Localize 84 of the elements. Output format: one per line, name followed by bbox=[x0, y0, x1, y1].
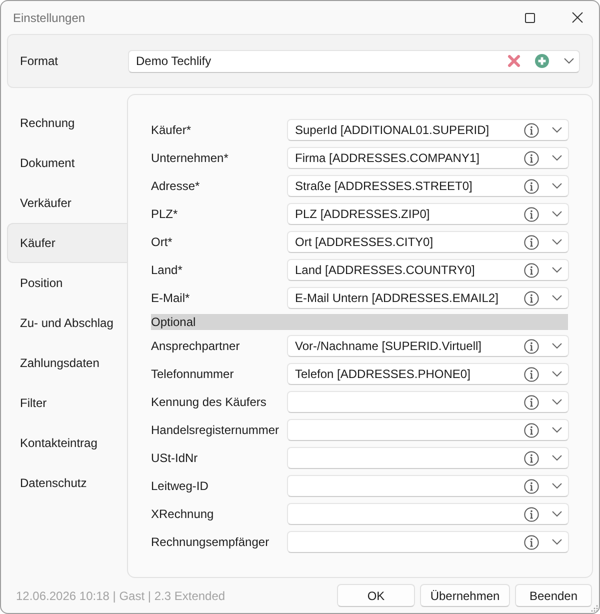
dropdown-field[interactable]: Vor-/Nachname [SUPERID.Virtuell] bbox=[287, 335, 569, 357]
info-icon[interactable] bbox=[524, 178, 539, 194]
status-text: 12.06.2026 10:18 | Gast | 2.3 Extended bbox=[16, 588, 226, 602]
field-label: Land* bbox=[151, 263, 184, 277]
nav-item[interactable]: Rechnung bbox=[7, 103, 127, 143]
nav-item[interactable]: Datenschutz bbox=[7, 463, 127, 503]
info-icon[interactable] bbox=[524, 506, 539, 522]
info-icon[interactable] bbox=[524, 262, 539, 278]
info-icon[interactable] bbox=[524, 338, 539, 354]
info-icon[interactable] bbox=[524, 122, 539, 138]
nav-item[interactable]: Position bbox=[7, 263, 127, 303]
chevron-down-icon bbox=[552, 427, 562, 433]
field-label: Adresse* bbox=[151, 179, 201, 193]
chevron-down-icon bbox=[552, 343, 562, 349]
dropdown-field[interactable]: PLZ [ADDRESSES.ZIP0] bbox=[287, 203, 569, 225]
dropdown-field[interactable] bbox=[287, 531, 569, 553]
chevron-down-icon bbox=[552, 539, 562, 545]
dropdown-field[interactable]: Ort [ADDRESSES.CITY0] bbox=[287, 231, 569, 253]
chevron-down-icon bbox=[552, 483, 562, 489]
info-icon[interactable] bbox=[524, 150, 539, 166]
close-icon bbox=[572, 12, 582, 23]
info-icon[interactable] bbox=[524, 534, 539, 550]
nav-item[interactable]: Zahlungsdaten bbox=[7, 343, 127, 383]
dropdown-field[interactable]: SuperId [ADDITIONAL01.SUPERID] bbox=[287, 119, 569, 141]
dropdown-field[interactable] bbox=[287, 475, 569, 497]
apply-button[interactable]: Übernehmen bbox=[420, 584, 510, 607]
info-icon[interactable] bbox=[524, 206, 539, 222]
dropdown-field[interactable]: Land [ADDRESSES.COUNTRY0] bbox=[287, 259, 569, 281]
chevron-down-icon bbox=[552, 295, 562, 301]
chevron-down-icon bbox=[552, 211, 562, 217]
nav-item[interactable]: Verkäufer bbox=[7, 183, 127, 223]
field-label: Telefonnummer bbox=[151, 367, 235, 381]
field-label: PLZ* bbox=[151, 207, 179, 221]
field-label: Handelsregisternummer bbox=[151, 423, 280, 437]
chevron-down-icon bbox=[552, 127, 562, 133]
info-icon[interactable] bbox=[524, 394, 539, 410]
chevron-down-icon bbox=[552, 239, 562, 245]
chevron-down-icon bbox=[552, 455, 562, 461]
resize-grip-icon[interactable] bbox=[591, 605, 598, 612]
info-icon[interactable] bbox=[524, 234, 539, 250]
dropdown-field[interactable] bbox=[287, 503, 569, 525]
field-label: Unternehmen* bbox=[151, 151, 230, 165]
ok-button[interactable]: OK bbox=[337, 584, 415, 607]
nav-item[interactable]: Zu- und Abschlag bbox=[7, 303, 127, 343]
format-label: Format bbox=[20, 54, 60, 68]
chevron-down-icon bbox=[552, 155, 562, 161]
dropdown-field[interactable]: E-Mail Untern [ADDRESSES.EMAIL2] bbox=[287, 287, 569, 309]
field-label: Ort* bbox=[151, 235, 174, 249]
field-label: USt-IdNr bbox=[151, 451, 199, 465]
chevron-down-icon bbox=[552, 511, 562, 517]
info-icon[interactable] bbox=[524, 478, 539, 494]
nav-item[interactable]: Dokument bbox=[7, 143, 127, 183]
nav-item[interactable]: Filter bbox=[7, 383, 127, 423]
field-label: Ansprechpartner bbox=[151, 339, 241, 353]
dropdown-field[interactable] bbox=[287, 419, 569, 441]
cross-icon[interactable] bbox=[508, 55, 520, 67]
chevron-down-icon bbox=[564, 58, 574, 64]
info-icon[interactable] bbox=[524, 290, 539, 306]
info-icon[interactable] bbox=[524, 422, 539, 438]
dropdown-field[interactable] bbox=[287, 391, 569, 413]
field-label: Kennung des Käufers bbox=[151, 395, 268, 409]
field-label: Leitweg-ID bbox=[151, 479, 210, 493]
chevron-down-icon bbox=[552, 183, 562, 189]
info-icon[interactable] bbox=[524, 450, 539, 466]
plus-circle-icon[interactable] bbox=[535, 54, 549, 68]
format-dropdown[interactable]: Demo Techlify bbox=[128, 50, 580, 72]
chevron-down-icon bbox=[552, 399, 562, 405]
field-label: E-Mail* bbox=[151, 291, 191, 305]
field-label: Rechnungsempfänger bbox=[151, 535, 270, 549]
dropdown-field[interactable] bbox=[287, 447, 569, 469]
field-label: Käufer* bbox=[151, 123, 192, 137]
nav-item[interactable]: Käufer bbox=[7, 223, 127, 263]
section-header: Optional bbox=[151, 314, 568, 330]
exit-button[interactable]: Beenden bbox=[515, 584, 592, 607]
field-label: XRechnung bbox=[151, 507, 215, 521]
dropdown-field[interactable]: Telefon [ADDRESSES.PHONE0] bbox=[287, 363, 569, 385]
dropdown-field[interactable]: Straße [ADDRESSES.STREET0] bbox=[287, 175, 569, 197]
maximize-icon bbox=[525, 12, 535, 22]
dropdown-field[interactable]: Firma [ADDRESSES.COMPANY1] bbox=[287, 147, 569, 169]
info-icon[interactable] bbox=[524, 366, 539, 382]
nav-item[interactable]: Kontakteintrag bbox=[7, 423, 127, 463]
chevron-down-icon bbox=[552, 267, 562, 273]
window-title: Einstellungen bbox=[13, 10, 86, 24]
chevron-down-icon bbox=[552, 371, 562, 377]
